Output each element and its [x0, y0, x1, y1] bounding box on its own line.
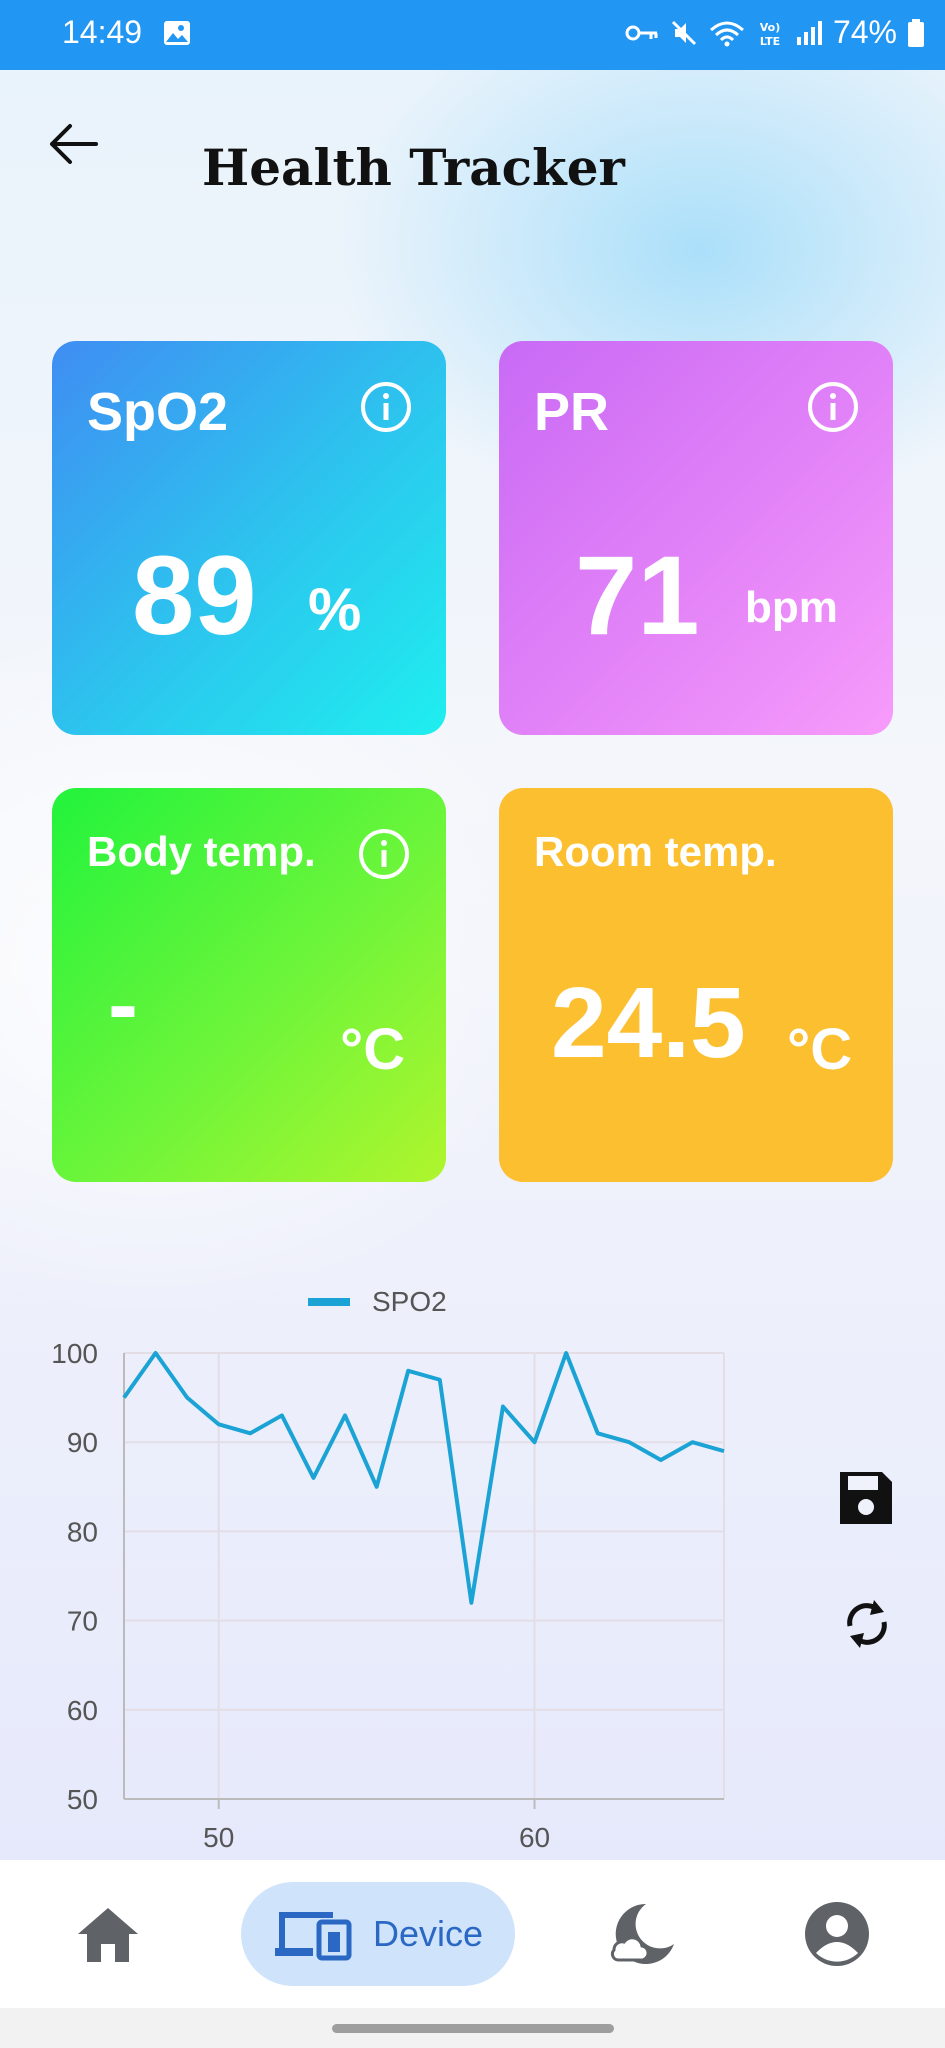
body-temp-unit: °C — [340, 1017, 406, 1082]
x-tick-label: 50 — [203, 1822, 234, 1853]
status-icons: Vo) LTE 74% — [625, 14, 925, 51]
info-icon[interactable] — [360, 381, 412, 433]
spo2-value: 89 — [132, 533, 257, 658]
room-temp-unit: °C — [787, 1017, 853, 1082]
nav-device-label: Device — [372, 1913, 484, 1954]
legend-swatch — [308, 1298, 350, 1306]
refresh-icon[interactable] — [842, 1596, 892, 1652]
status-time: 14:49 — [62, 14, 143, 50]
mute-icon — [671, 20, 697, 45]
spo2-unit: % — [308, 576, 362, 643]
volte-icon: Vo) LTE — [760, 21, 781, 48]
gesture-bar — [0, 2008, 945, 2048]
sleep-icon[interactable] — [608, 1900, 678, 1970]
y-tick-label: 70 — [67, 1606, 98, 1637]
y-tick-label: 100 — [51, 1338, 98, 1369]
spo2-card[interactable]: SpO2 89 % — [52, 341, 446, 735]
wifi-icon — [709, 21, 744, 46]
battery-icon — [908, 18, 924, 47]
page-title: Health Tracker — [202, 138, 625, 197]
body-temp-card[interactable]: Body temp. - °C — [52, 788, 446, 1182]
info-icon[interactable] — [807, 381, 859, 433]
spo2-chart: 100 90 80 70 60 50 50 60 SPO2 — [0, 1270, 760, 1860]
back-arrow-icon[interactable] — [48, 122, 100, 166]
room-temp-value: 24.5 — [551, 967, 746, 1079]
y-tick-label: 60 — [67, 1695, 98, 1726]
series-line-spo2 — [122, 1351, 725, 1605]
pr-card[interactable]: PR 71 bpm — [499, 341, 893, 735]
svg-text:Vo): Vo) — [760, 21, 781, 34]
status-bar: 14:49 Vo) LTE 74% — [0, 0, 945, 70]
y-tick-label: 80 — [67, 1516, 98, 1547]
y-tick-label: 90 — [67, 1427, 98, 1458]
home-icon[interactable] — [76, 1904, 140, 1964]
device-icon — [274, 1912, 352, 1961]
y-tick-label: 50 — [67, 1784, 98, 1815]
legend-label: SPO2 — [372, 1286, 447, 1317]
info-icon[interactable] — [358, 828, 410, 880]
pr-unit: bpm — [745, 583, 838, 632]
room-temp-label: Room temp. — [534, 828, 777, 875]
x-tick-label: 60 — [519, 1822, 550, 1853]
bottom-nav: Device — [0, 1860, 945, 2008]
profile-icon[interactable] — [804, 1901, 870, 1967]
signal-icon — [796, 20, 822, 45]
pr-label: PR — [534, 382, 610, 442]
body-temp-label: Body temp. — [87, 828, 316, 875]
battery-percent: 74% — [832, 14, 897, 50]
home-handle[interactable] — [332, 2024, 614, 2033]
save-icon[interactable] — [836, 1468, 896, 1528]
vpn-key-icon — [625, 25, 658, 40]
body-temp-value: - — [108, 955, 138, 1055]
spo2-label: SpO2 — [87, 382, 229, 442]
gallery-icon — [164, 21, 190, 45]
spo2-chart-svg: 100 90 80 70 60 50 50 60 SPO2 — [51, 1286, 725, 1853]
nav-device-tab[interactable]: Device — [241, 1882, 515, 1986]
room-temp-card[interactable]: Room temp. 24.5 °C — [499, 788, 893, 1182]
svg-text:LTE: LTE — [760, 35, 780, 48]
pr-value: 71 — [575, 533, 700, 658]
